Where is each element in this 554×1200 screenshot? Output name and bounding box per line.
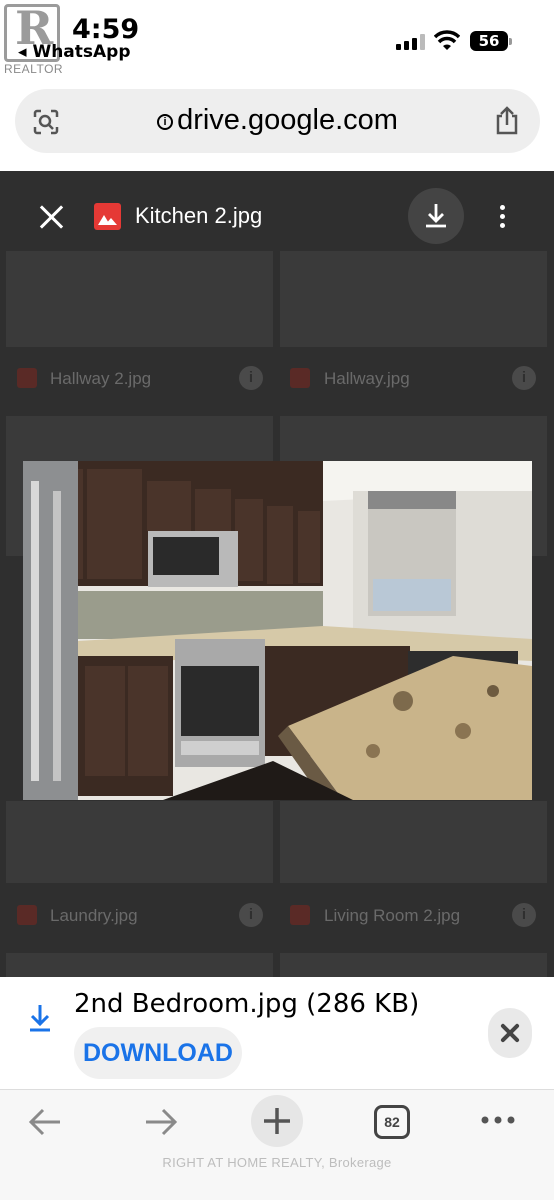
background-file-label: Laundry.jpg: [50, 906, 138, 925]
background-file-label: Hallway.jpg: [324, 369, 410, 388]
viewer-header: Kitchen 2.jpg: [0, 171, 554, 261]
download-file-info: 2nd Bedroom.jpg (286 KB): [74, 989, 420, 1019]
battery-indicator: 56: [470, 31, 512, 51]
image-file-icon: [17, 368, 37, 388]
address-bar[interactable]: i drive.google.com: [15, 89, 540, 153]
kitchen-photo: [23, 461, 532, 800]
background-file-label: Living Room 2.jpg: [324, 906, 461, 925]
brokerage-watermark: RIGHT AT HOME REALTY, Brokerage: [162, 1155, 392, 1170]
background-thumbnail: [6, 801, 273, 883]
download-banner: 2nd Bedroom.jpg (286 KB) DOWNLOAD: [0, 977, 554, 1089]
cellular-signal-icon: [396, 34, 426, 50]
more-menu-icon[interactable]: [480, 1112, 516, 1128]
info-icon: i: [239, 903, 263, 927]
file-title: Kitchen 2.jpg: [135, 203, 263, 228]
background-thumbnail: [6, 251, 273, 347]
background-file-label: Hallway 2.jpg: [50, 369, 152, 388]
share-icon[interactable]: [494, 106, 520, 136]
status-bar: R REALTOR 4:59 ◂ WhatsApp 56: [0, 0, 554, 80]
image-file-icon: [17, 905, 37, 925]
download-icon: [426, 204, 446, 228]
plus-icon: [264, 1108, 290, 1134]
background-thumbnail: [280, 251, 547, 347]
back-to-app-link[interactable]: ◂ WhatsApp: [18, 42, 131, 62]
drive-image-viewer: Hallway 2.jpg i Hallway.jpg i Laundry.jp…: [0, 171, 554, 977]
url-label: drive.google.com: [177, 104, 398, 136]
browser-toolbar: 82 RIGHT AT HOME REALTY, Brokerage: [0, 1089, 554, 1200]
download-arrow-icon: [30, 1005, 50, 1032]
back-app-label: WhatsApp: [32, 42, 131, 62]
more-options-icon[interactable]: [500, 205, 506, 229]
site-info-icon[interactable]: i: [157, 114, 174, 130]
download-button[interactable]: DOWNLOAD: [74, 1027, 242, 1079]
background-thumbnail: [280, 953, 547, 977]
back-arrow-icon[interactable]: [26, 1102, 64, 1142]
image-file-icon: [290, 368, 310, 388]
info-icon: i: [512, 903, 536, 927]
image-file-icon: [94, 203, 121, 230]
wifi-icon: [434, 30, 460, 50]
tab-switcher-button[interactable]: 82: [374, 1105, 410, 1139]
forward-arrow-icon[interactable]: [142, 1102, 180, 1142]
url-text[interactable]: i drive.google.com: [15, 104, 540, 137]
close-icon[interactable]: [38, 204, 64, 230]
background-thumbnail: [280, 801, 547, 883]
status-time: 4:59: [72, 14, 140, 45]
realtor-watermark: REALTOR: [4, 62, 64, 76]
info-icon: i: [239, 366, 263, 390]
image-file-icon: [290, 905, 310, 925]
background-thumbnail: [6, 953, 273, 977]
download-button[interactable]: [408, 188, 464, 244]
info-icon: i: [512, 366, 536, 390]
new-tab-button[interactable]: [251, 1095, 303, 1147]
close-banner-icon[interactable]: [488, 1008, 532, 1058]
